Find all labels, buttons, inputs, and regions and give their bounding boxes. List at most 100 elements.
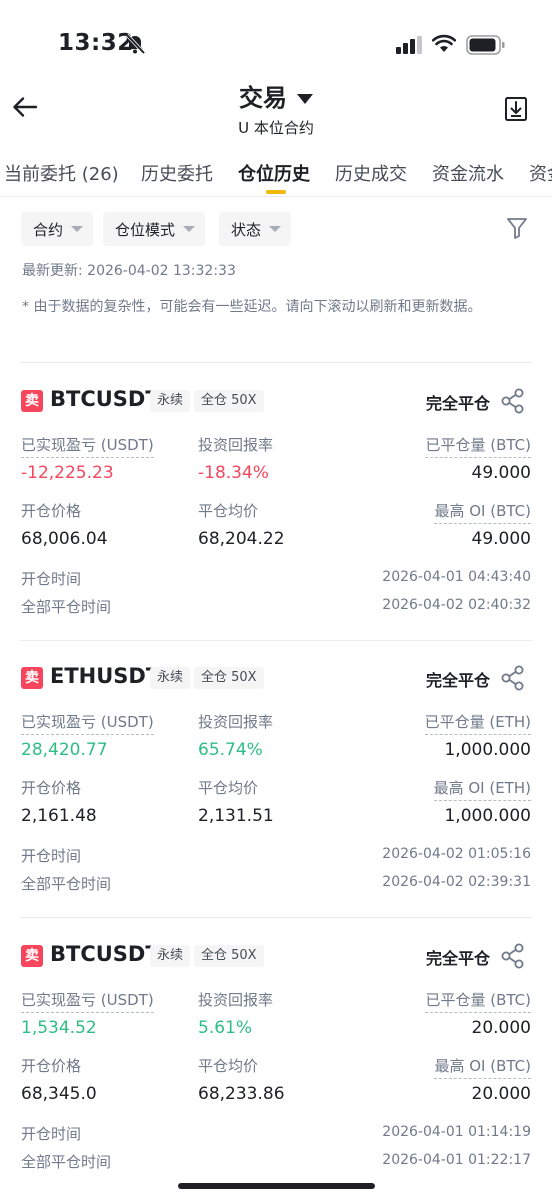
closed-qty-label[interactable]: 已平仓量 (ETH) (424, 711, 531, 735)
wifi-icon (432, 34, 456, 52)
realized-pnl-value: 1,534.52 (21, 1018, 97, 1038)
max-oi-value: 20.000 (471, 1084, 531, 1104)
filter-status[interactable]: 状态 (219, 212, 292, 246)
divider (20, 640, 532, 641)
cell-signal-icon (396, 36, 422, 54)
max-oi-value: 49.000 (471, 529, 531, 549)
caret-down-icon (269, 225, 282, 232)
roi-label: 投资回报率 (198, 436, 274, 454)
header-title-group[interactable]: 交易 U 本位合约 (0, 78, 552, 138)
filter-funnel-icon[interactable] (506, 216, 528, 240)
status-time: 13:32 (58, 30, 134, 56)
filter-contract[interactable]: 合约 (21, 212, 94, 246)
realized-pnl-label[interactable]: 已实现盈亏 (USDT) (21, 711, 154, 735)
open-time-value: 2026-04-01 04:43:40 (382, 569, 531, 585)
caret-down-icon (71, 225, 84, 232)
entry-price-value: 68,006.04 (21, 529, 108, 549)
roi-value: 65.74% (198, 740, 263, 760)
share-icon[interactable] (500, 665, 526, 691)
avg-close-price-label: 平仓均价 (198, 502, 259, 520)
last-updated-text: 最新更新: 2026-04-02 13:32:33 (22, 263, 236, 279)
position-card: 卖 ETHUSDT 永续 全仓 50X 完全平仓 已实现盈亏 (USDT) 投资… (0, 664, 552, 917)
close-status: 完全平仓 (426, 394, 491, 413)
bell-muted-icon (125, 33, 146, 55)
tabs-divider (0, 196, 552, 197)
roi-value: 5.61% (198, 1018, 253, 1038)
page-subtitle: U 本位合约 (238, 119, 314, 137)
entry-price-label: 开仓价格 (21, 779, 82, 797)
side-badge: 卖 (21, 945, 43, 967)
open-time-label: 开仓时间 (21, 570, 82, 588)
battery-icon (466, 35, 505, 55)
avg-close-price-value: 2,131.51 (198, 806, 274, 826)
tab-funding-flow[interactable]: 资金流水 (432, 160, 504, 186)
title-dropdown-icon[interactable] (297, 93, 313, 104)
full-close-time-label: 全部平仓时间 (21, 598, 112, 616)
max-oi-label[interactable]: 最高 OI (ETH) (433, 777, 531, 801)
closed-qty-value: 20.000 (471, 1018, 531, 1038)
roi-label: 投资回报率 (198, 713, 274, 731)
closed-qty-value: 49.000 (471, 463, 531, 483)
tab-position-history[interactable]: 仓位历史 (238, 160, 310, 186)
position-card: 卖 BTCUSDT 永续 全仓 50X 完全平仓 已实现盈亏 (USDT) 投资… (0, 942, 552, 1195)
max-oi-label[interactable]: 最高 OI (BTC) (434, 500, 531, 524)
realized-pnl-label[interactable]: 已实现盈亏 (USDT) (21, 434, 154, 458)
closed-qty-label[interactable]: 已平仓量 (BTC) (425, 434, 531, 458)
tab-funds[interactable]: 资金 (529, 160, 552, 186)
open-time-value: 2026-04-02 01:05:16 (382, 846, 531, 862)
closed-qty-value: 1,000.000 (444, 740, 531, 760)
avg-close-price-label: 平仓均价 (198, 1057, 259, 1075)
active-tab-indicator (266, 190, 286, 194)
caret-down-icon (183, 225, 196, 232)
filter-position-mode[interactable]: 仓位模式 (103, 212, 206, 246)
roi-label: 投资回报率 (198, 991, 274, 1009)
margin-leverage-tag: 全仓 50X (194, 667, 264, 689)
side-badge: 卖 (21, 667, 43, 689)
closed-qty-label[interactable]: 已平仓量 (BTC) (425, 989, 531, 1013)
page-title[interactable]: 交易 (239, 78, 287, 113)
realized-pnl-label[interactable]: 已实现盈亏 (USDT) (21, 989, 154, 1013)
full-close-time-label: 全部平仓时间 (21, 875, 112, 893)
contract-type-tag: 永续 (150, 390, 191, 412)
full-close-time-label: 全部平仓时间 (21, 1153, 112, 1171)
share-icon[interactable] (500, 388, 526, 414)
close-status: 完全平仓 (426, 671, 491, 690)
contract-type-tag: 永续 (150, 667, 191, 689)
entry-price-label: 开仓价格 (21, 1057, 82, 1075)
avg-close-price-label: 平仓均价 (198, 779, 259, 797)
open-time-label: 开仓时间 (21, 847, 82, 865)
tab-bar: 当前委托 (26) 历史委托 仓位历史 历史成交 资金流水 资金 (0, 148, 552, 196)
position-symbol[interactable]: ETHUSDT (50, 664, 160, 688)
download-icon[interactable] (504, 96, 528, 122)
open-time-label: 开仓时间 (21, 1125, 82, 1143)
tab-order-history[interactable]: 历史委托 (141, 160, 213, 186)
roi-value: -18.34% (198, 463, 269, 483)
close-status: 完全平仓 (426, 949, 491, 968)
max-oi-label[interactable]: 最高 OI (BTC) (434, 1055, 531, 1079)
full-close-time-value: 2026-04-02 02:40:32 (382, 597, 531, 613)
position-symbol[interactable]: BTCUSDT (50, 942, 160, 966)
realized-pnl-value: 28,420.77 (21, 740, 108, 760)
position-symbol[interactable]: BTCUSDT (50, 387, 160, 411)
margin-leverage-tag: 全仓 50X (194, 390, 264, 412)
entry-price-value: 2,161.48 (21, 806, 97, 826)
full-close-time-value: 2026-04-02 02:39:31 (382, 874, 531, 890)
divider (20, 917, 532, 918)
filter-position-mode-label: 仓位模式 (115, 221, 176, 239)
entry-price-value: 68,345.0 (21, 1084, 97, 1104)
home-indicator[interactable] (178, 1183, 375, 1189)
avg-close-price-value: 68,204.22 (198, 529, 285, 549)
margin-leverage-tag: 全仓 50X (194, 945, 264, 967)
tab-open-orders[interactable]: 当前委托 (26) (4, 160, 119, 186)
realized-pnl-value: -12,225.23 (21, 463, 114, 483)
divider (20, 362, 532, 363)
tab-trade-history[interactable]: 历史成交 (335, 160, 407, 186)
full-close-time-value: 2026-04-01 01:22:17 (382, 1152, 531, 1168)
entry-price-label: 开仓价格 (21, 502, 82, 520)
share-icon[interactable] (500, 943, 526, 969)
max-oi-value: 1,000.000 (444, 806, 531, 826)
filter-contract-label: 合约 (33, 221, 64, 239)
status-bar: 13:32 (0, 0, 552, 90)
avg-close-price-value: 68,233.86 (198, 1084, 285, 1104)
side-badge: 卖 (21, 390, 43, 412)
